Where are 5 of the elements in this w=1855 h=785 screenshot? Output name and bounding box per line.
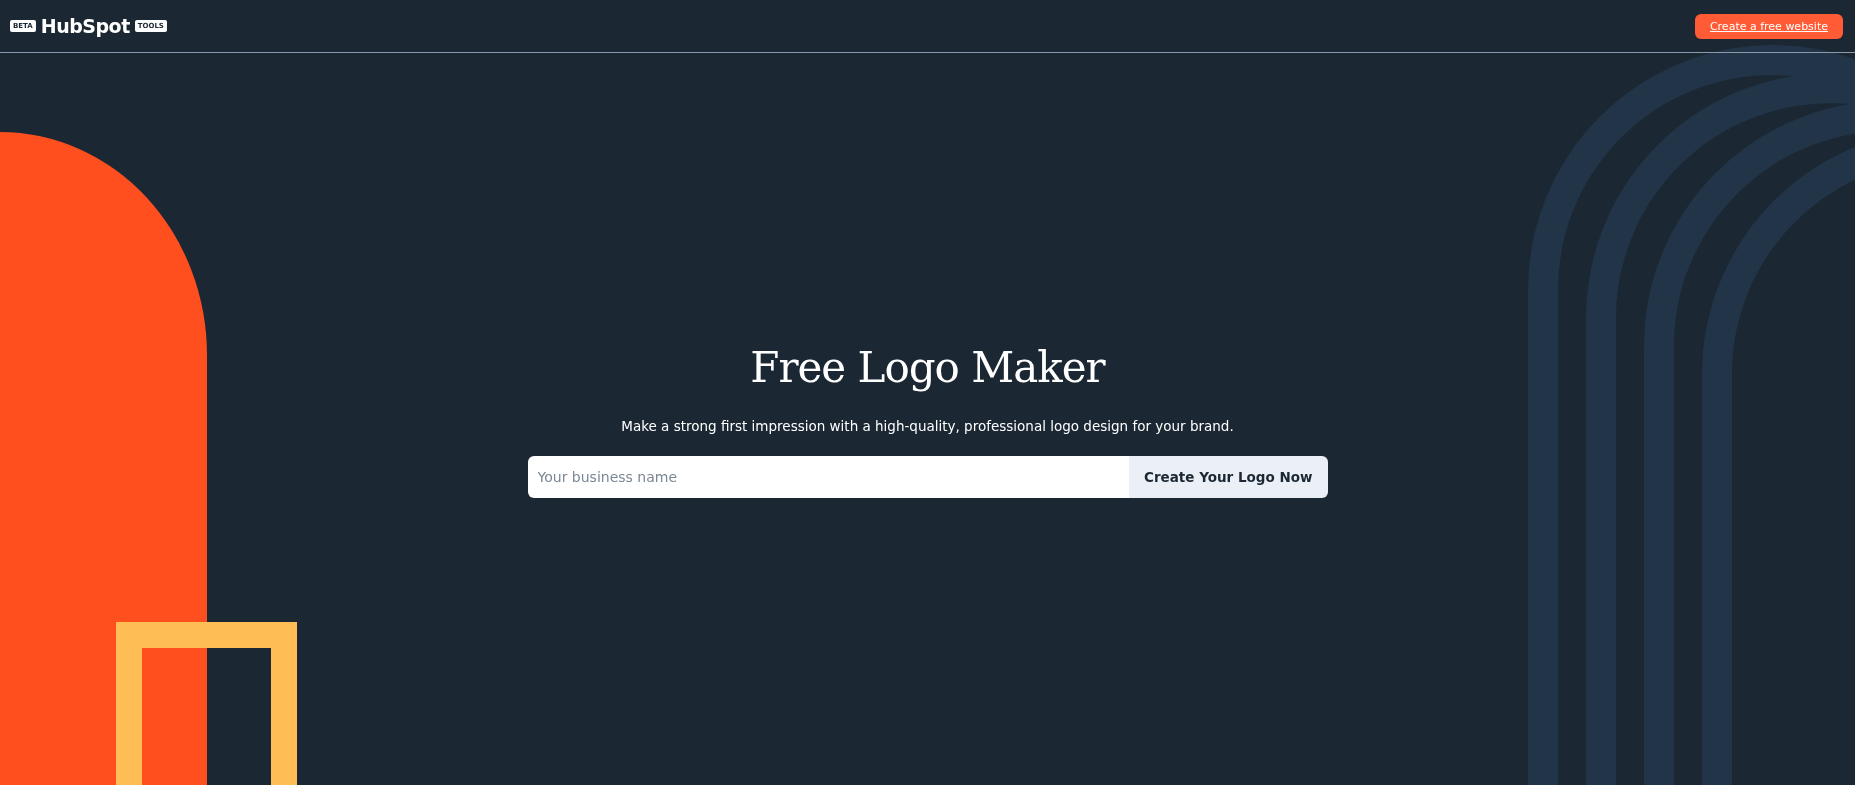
page-title: Free Logo Maker	[750, 343, 1105, 392]
create-logo-button[interactable]: Create Your Logo Now	[1129, 456, 1328, 498]
subtitle: Make a strong first impression with a high-quality, professional logo design for your brand.	[621, 418, 1234, 434]
business-name-field[interactable]: Your business name	[527, 456, 1129, 498]
brand-logo[interactable]: HubSpot	[40, 15, 130, 37]
